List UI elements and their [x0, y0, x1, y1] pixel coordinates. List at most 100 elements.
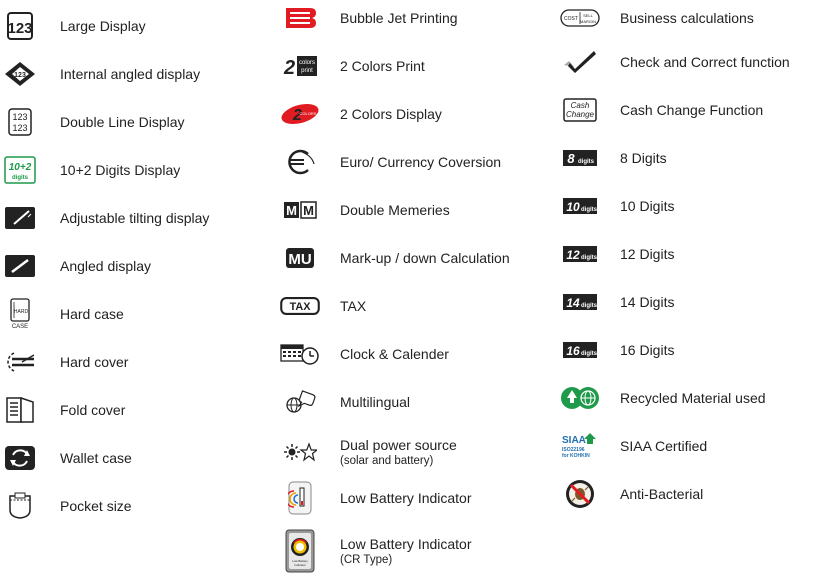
svg-text:123: 123 [14, 72, 26, 79]
feature-label: Cash Change Function [620, 101, 764, 118]
svg-text:M: M [303, 203, 314, 218]
feature-label: Recycled Material used [620, 389, 766, 406]
feature-item: 16 digits 16 Digits [560, 332, 674, 368]
feature-label: 8 Digits [620, 149, 667, 166]
euro-currency-icon [280, 144, 320, 180]
svg-text:MU: MU [288, 251, 311, 268]
feature-label: 12 Digits [620, 245, 675, 262]
feature-label: Low Battery Indicator [340, 489, 472, 506]
sixteen-digits-icon: 16 digits [560, 332, 600, 368]
fold-cover-icon [0, 392, 40, 428]
feature-label: Euro/ Currency Coversion [340, 153, 502, 170]
feature-item: Anti-Bacterial [560, 476, 703, 512]
feature-label: Double Memeries [340, 201, 450, 218]
svg-text:COLORS: COLORS [300, 111, 317, 116]
tax-icon: TAX [280, 288, 320, 324]
angled-display-icon [0, 248, 40, 284]
feature-item: Low Battery Indicator Low Battery Indica… [280, 528, 472, 574]
svg-text:12: 12 [566, 248, 580, 262]
feature-item: Adjustable tilting display [0, 200, 209, 236]
feature-item: 10 digits 10 Digits [560, 188, 674, 224]
feature-item: Check and Correct function [560, 44, 790, 80]
check-correct-icon [560, 44, 600, 80]
feature-item: COST SELL MARGIN Business calculations [560, 0, 754, 36]
feature-label: Anti-Bacterial [620, 485, 704, 502]
svg-text:10: 10 [566, 200, 580, 214]
adjustable-tilting-display-icon [0, 200, 40, 236]
svg-text:COST: COST [564, 16, 578, 22]
feature-label: Business calculations [620, 9, 754, 26]
feature-item: 10+2 digits 10+2 Digits Display [0, 152, 180, 188]
svg-text:2: 2 [283, 57, 295, 77]
two-colors-print-icon: 2 colors print [280, 48, 320, 84]
cash-change-icon: Cash Change [560, 92, 600, 128]
feature-item: 123 Large Display [0, 8, 146, 44]
svg-text:digits: digits [581, 303, 598, 309]
feature-label: Wallet case [60, 449, 132, 466]
ten-plus-two-digits-icon: 10+2 digits [0, 152, 40, 188]
feature-item: Bubble Jet Printing [280, 0, 458, 36]
double-line-display-icon: 123 123 [0, 104, 40, 140]
feature-label: TAX [340, 297, 367, 314]
feature-label: 10+2 Digits Display [60, 161, 181, 178]
svg-text:10+2: 10+2 [9, 162, 32, 173]
feature-item: Euro/ Currency Coversion [280, 144, 501, 180]
feature-item: 123 Internal angled display [0, 56, 200, 92]
feature-sublabel: (solar and battery) [340, 454, 434, 467]
hard-cover-icon [0, 344, 40, 380]
svg-text:HARD: HARD [14, 309, 29, 315]
svg-text:Indicator: Indicator [294, 563, 306, 567]
svg-text:print: print [301, 68, 313, 74]
svg-text:digits: digits [578, 159, 595, 165]
feature-item: Angled display [0, 248, 151, 284]
feature-label: Angled display [60, 257, 152, 274]
feature-item: HARD CASE Hard case [0, 296, 124, 332]
feature-label: Multilingual [340, 393, 411, 410]
pocket-size-icon [0, 488, 40, 524]
svg-text:digits: digits [581, 255, 598, 261]
eight-digits-icon: 8 digits [560, 140, 600, 176]
feature-item: Pocket size [0, 488, 132, 524]
mark-up-icon: MU [280, 240, 320, 276]
multilingual-icon [280, 384, 320, 420]
svg-text:digits: digits [581, 207, 598, 213]
feature-item: TAX TAX [280, 288, 366, 324]
feature-label-main: Dual power source [340, 436, 457, 453]
svg-text:8: 8 [567, 151, 575, 166]
svg-text:14: 14 [566, 296, 580, 310]
fourteen-digits-icon: 14 digits [560, 284, 600, 320]
svg-text:for KOHKIN: for KOHKIN [562, 453, 590, 459]
svg-text:CASE: CASE [12, 324, 28, 330]
svg-text:SIAA: SIAA [562, 435, 586, 446]
feature-item: Multilingual [280, 384, 410, 420]
low-battery-icon [280, 480, 320, 516]
feature-item: Low Battery Indicator [280, 480, 472, 516]
feature-label: Mark-up / down Calculation [340, 249, 510, 266]
feature-label: SIAA Certified [620, 437, 708, 454]
internal-angled-display-icon: 123 [0, 56, 40, 92]
feature-label: Dual power source (solar and battery) [340, 437, 457, 468]
twelve-digits-icon: 12 digits [560, 236, 600, 272]
feature-label: Double Line Display [60, 113, 185, 130]
svg-text:MARGIN: MARGIN [580, 19, 596, 24]
siaa-certified-icon: SIAA ISO22196 for KOHKIN [560, 428, 600, 464]
recycled-material-icon [560, 380, 600, 416]
svg-text:123: 123 [12, 112, 27, 122]
large-display-icon: 123 [0, 8, 40, 44]
wallet-case-icon [0, 440, 40, 476]
anti-bacterial-icon [560, 476, 600, 512]
feature-item: Fold cover [0, 392, 125, 428]
feature-item: 14 digits 14 Digits [560, 284, 674, 320]
hard-case-icon: HARD CASE [0, 296, 40, 332]
feature-label: Clock & Calender [340, 345, 449, 362]
svg-text:Change: Change [566, 110, 595, 119]
ten-digits-icon: 10 digits [560, 188, 600, 224]
feature-item: 2 COLORS 2 Colors Display [280, 96, 442, 132]
feature-label: 14 Digits [620, 293, 675, 310]
feature-label: Internal angled display [60, 65, 201, 82]
two-colors-display-icon: 2 COLORS [280, 96, 320, 132]
feature-label: Large Display [60, 17, 146, 34]
business-calculations-icon: COST SELL MARGIN [560, 0, 600, 36]
feature-label: Pocket size [60, 497, 132, 514]
feature-label: Check and Correct function [620, 53, 790, 70]
